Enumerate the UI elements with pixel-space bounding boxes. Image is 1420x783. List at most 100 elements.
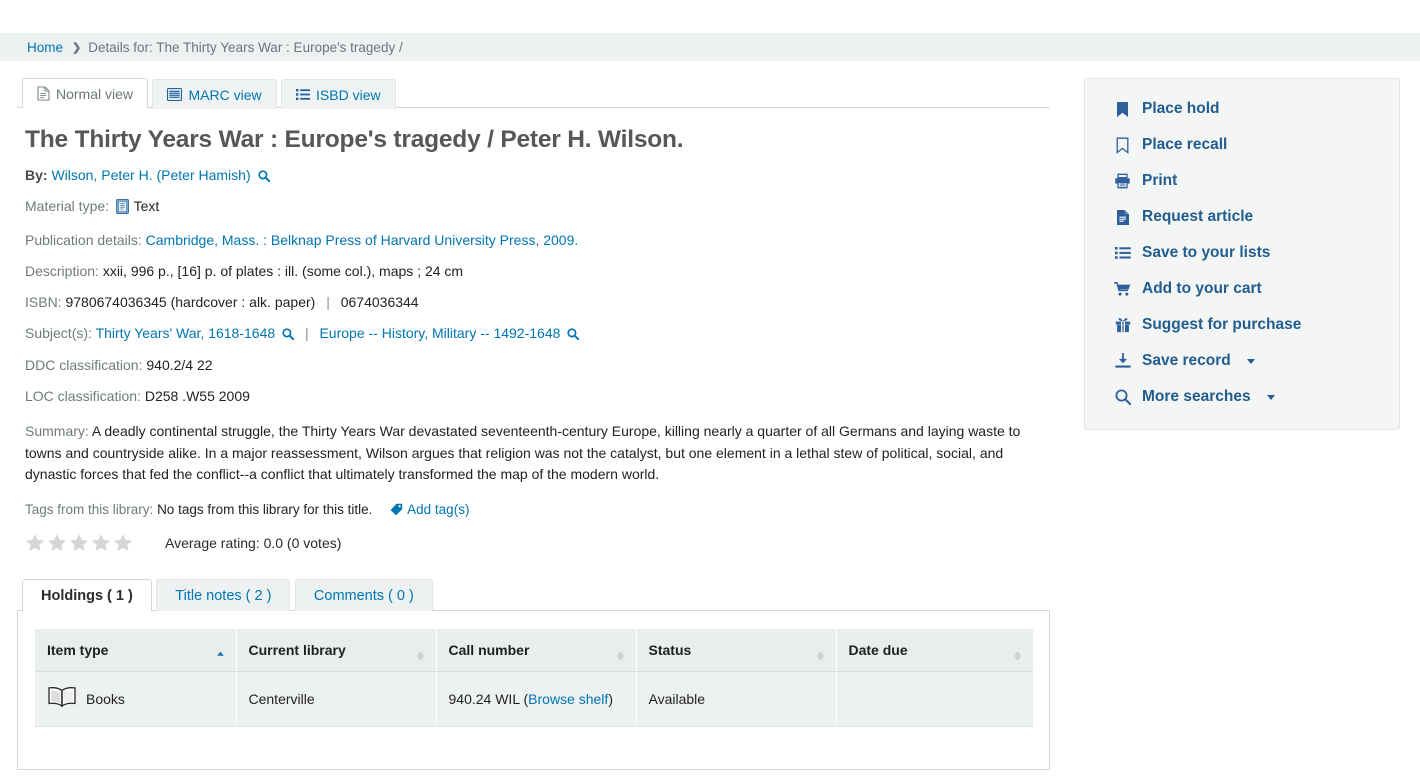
breadcrumb-home-link[interactable]: Home bbox=[27, 40, 63, 55]
loc-classification-row: LOC classification: D258 .W55 2009 bbox=[25, 387, 1050, 406]
holdings-tabs: Holdings ( 1 ) Title notes ( 2 ) Comment… bbox=[17, 578, 1050, 611]
place-hold-label: Place hold bbox=[1142, 100, 1220, 118]
gift-icon bbox=[1114, 317, 1131, 333]
add-tags-button[interactable]: Add tag(s) bbox=[390, 502, 469, 517]
tag-icon bbox=[390, 503, 403, 519]
search-icon[interactable] bbox=[258, 169, 270, 185]
tags-value: No tags from this library for this title… bbox=[157, 502, 372, 517]
description-label: Description: bbox=[25, 263, 99, 279]
description-row: Description: xxii, 996 p., [16] p. of pl… bbox=[25, 262, 1050, 281]
record-main-column: Normal view MARC view bbox=[17, 77, 1050, 770]
publication-details-row: Publication details: Cambridge, Mass. : … bbox=[25, 231, 1050, 250]
publication-details-link[interactable]: Cambridge, Mass. : Belknap Press of Harv… bbox=[146, 232, 579, 248]
save-to-lists-button[interactable]: Save to your lists bbox=[1085, 235, 1399, 271]
more-searches-label: More searches bbox=[1142, 388, 1251, 406]
subjects-label: Subject(s): bbox=[25, 325, 92, 341]
byline-row: By: Wilson, Peter H. (Peter Hamish) bbox=[25, 167, 1050, 185]
byline-label: By: bbox=[25, 167, 48, 183]
cell-status: Available bbox=[636, 672, 836, 727]
suggest-for-purchase-label: Suggest for purchase bbox=[1142, 316, 1301, 334]
place-recall-label: Place recall bbox=[1142, 136, 1227, 154]
cart-icon bbox=[1114, 281, 1131, 297]
subject-link-1[interactable]: Thirty Years' War, 1618-1648 bbox=[96, 325, 276, 341]
print-button[interactable]: Print bbox=[1085, 163, 1399, 199]
tab-isbd-view[interactable]: ISBD view bbox=[281, 79, 396, 109]
star-icon[interactable] bbox=[25, 533, 45, 553]
place-hold-button[interactable]: Place hold bbox=[1085, 91, 1399, 127]
isbn-primary: 9780674036345 (hardcover : alk. paper) bbox=[65, 294, 315, 310]
star-icon[interactable] bbox=[47, 533, 67, 553]
list-icon bbox=[1114, 246, 1131, 260]
search-icon bbox=[1114, 389, 1131, 405]
browse-shelf-link[interactable]: Browse shelf bbox=[528, 691, 608, 707]
sort-none-icon bbox=[416, 649, 425, 661]
search-icon[interactable] bbox=[567, 326, 579, 345]
more-searches-button[interactable]: More searches bbox=[1085, 379, 1399, 415]
ddc-classification-row: DDC classification: 940.2/4 22 bbox=[25, 356, 1050, 375]
star-icon[interactable] bbox=[91, 533, 111, 553]
marc-grid-icon bbox=[167, 88, 182, 101]
page-title: The Thirty Years War : Europe's tragedy … bbox=[25, 126, 1050, 154]
request-article-label: Request article bbox=[1142, 208, 1253, 226]
request-article-button[interactable]: Request article bbox=[1085, 199, 1399, 235]
tab-title-notes[interactable]: Title notes ( 2 ) bbox=[156, 579, 290, 611]
cell-current-library: Centerville bbox=[236, 672, 436, 727]
view-tabs: Normal view MARC view bbox=[17, 77, 1050, 108]
tab-title-notes-label: Title notes ( 2 ) bbox=[175, 588, 271, 604]
star-icon[interactable] bbox=[113, 533, 133, 553]
isbn-secondary: 0674036344 bbox=[341, 294, 419, 310]
text-format-icon bbox=[116, 199, 129, 219]
sort-ascending-icon bbox=[216, 649, 225, 661]
open-book-icon bbox=[47, 686, 77, 712]
breadcrumb-current: Details for: The Thirty Years War : Euro… bbox=[88, 40, 402, 55]
cell-call-number: 940.24 WIL (Browse shelf) bbox=[436, 672, 636, 727]
star-rating[interactable] bbox=[25, 533, 133, 553]
column-header-status-label: Status bbox=[649, 642, 692, 658]
tab-comments[interactable]: Comments ( 0 ) bbox=[295, 579, 433, 611]
sort-none-icon bbox=[1013, 649, 1022, 661]
material-type-label: Material type: bbox=[25, 198, 109, 214]
material-type-value: Text bbox=[134, 198, 160, 214]
author-link[interactable]: Wilson, Peter H. (Peter Hamish) bbox=[51, 167, 250, 183]
column-header-status[interactable]: Status bbox=[636, 629, 836, 672]
subject-link-2[interactable]: Europe -- History, Military -- 1492-1648 bbox=[319, 325, 560, 341]
save-record-button[interactable]: Save record bbox=[1085, 343, 1399, 379]
cell-item-type: Books bbox=[35, 672, 236, 727]
tags-label: Tags from this library: bbox=[25, 502, 153, 517]
isbn-separator: | bbox=[326, 294, 330, 310]
call-number-paren-close: ) bbox=[608, 691, 613, 707]
tab-isbd-view-label: ISBD view bbox=[316, 87, 381, 103]
table-header-row: Item type Current library bbox=[35, 629, 1033, 672]
holdings-panel-body: Item type Current library bbox=[17, 611, 1050, 770]
tab-normal-view[interactable]: Normal view bbox=[22, 78, 148, 108]
sort-none-icon bbox=[616, 649, 625, 661]
add-tags-label: Add tag(s) bbox=[407, 502, 469, 517]
loc-classification-label: LOC classification: bbox=[25, 388, 141, 404]
add-to-cart-button[interactable]: Add to your cart bbox=[1085, 271, 1399, 307]
column-header-current-library-label: Current library bbox=[249, 642, 346, 658]
breadcrumb: Home ❯ Details for: The Thirty Years War… bbox=[0, 33, 1420, 61]
holdings-table: Item type Current library bbox=[35, 629, 1033, 727]
summary-label: Summary: bbox=[25, 423, 89, 439]
tab-holdings[interactable]: Holdings ( 1 ) bbox=[22, 579, 152, 611]
column-header-current-library[interactable]: Current library bbox=[236, 629, 436, 672]
ddc-classification-value: 940.2/4 22 bbox=[146, 357, 212, 373]
rating-row: Average rating: 0.0 (0 votes) bbox=[25, 533, 1050, 553]
ddc-classification-label: DDC classification: bbox=[25, 357, 142, 373]
subject-separator: | bbox=[305, 325, 309, 341]
chevron-down-icon bbox=[1267, 395, 1275, 400]
search-icon[interactable] bbox=[282, 326, 294, 345]
tab-marc-view[interactable]: MARC view bbox=[152, 79, 276, 109]
summary-row: Summary: A deadly continental struggle, … bbox=[25, 421, 1045, 485]
column-header-date-due[interactable]: Date due bbox=[836, 629, 1033, 672]
tab-normal-view-label: Normal view bbox=[56, 86, 133, 102]
column-header-item-type[interactable]: Item type bbox=[35, 629, 236, 672]
star-icon[interactable] bbox=[69, 533, 89, 553]
material-type-row: Material type: Text bbox=[25, 197, 1050, 219]
actions-panel: Place hold Place recall Print bbox=[1084, 78, 1400, 430]
column-header-call-number[interactable]: Call number bbox=[436, 629, 636, 672]
table-row: Books Centerville 940.24 WIL (Browse she… bbox=[35, 672, 1033, 727]
suggest-for-purchase-button[interactable]: Suggest for purchase bbox=[1085, 307, 1399, 343]
place-recall-button[interactable]: Place recall bbox=[1085, 127, 1399, 163]
chevron-right-icon: ❯ bbox=[72, 41, 81, 54]
